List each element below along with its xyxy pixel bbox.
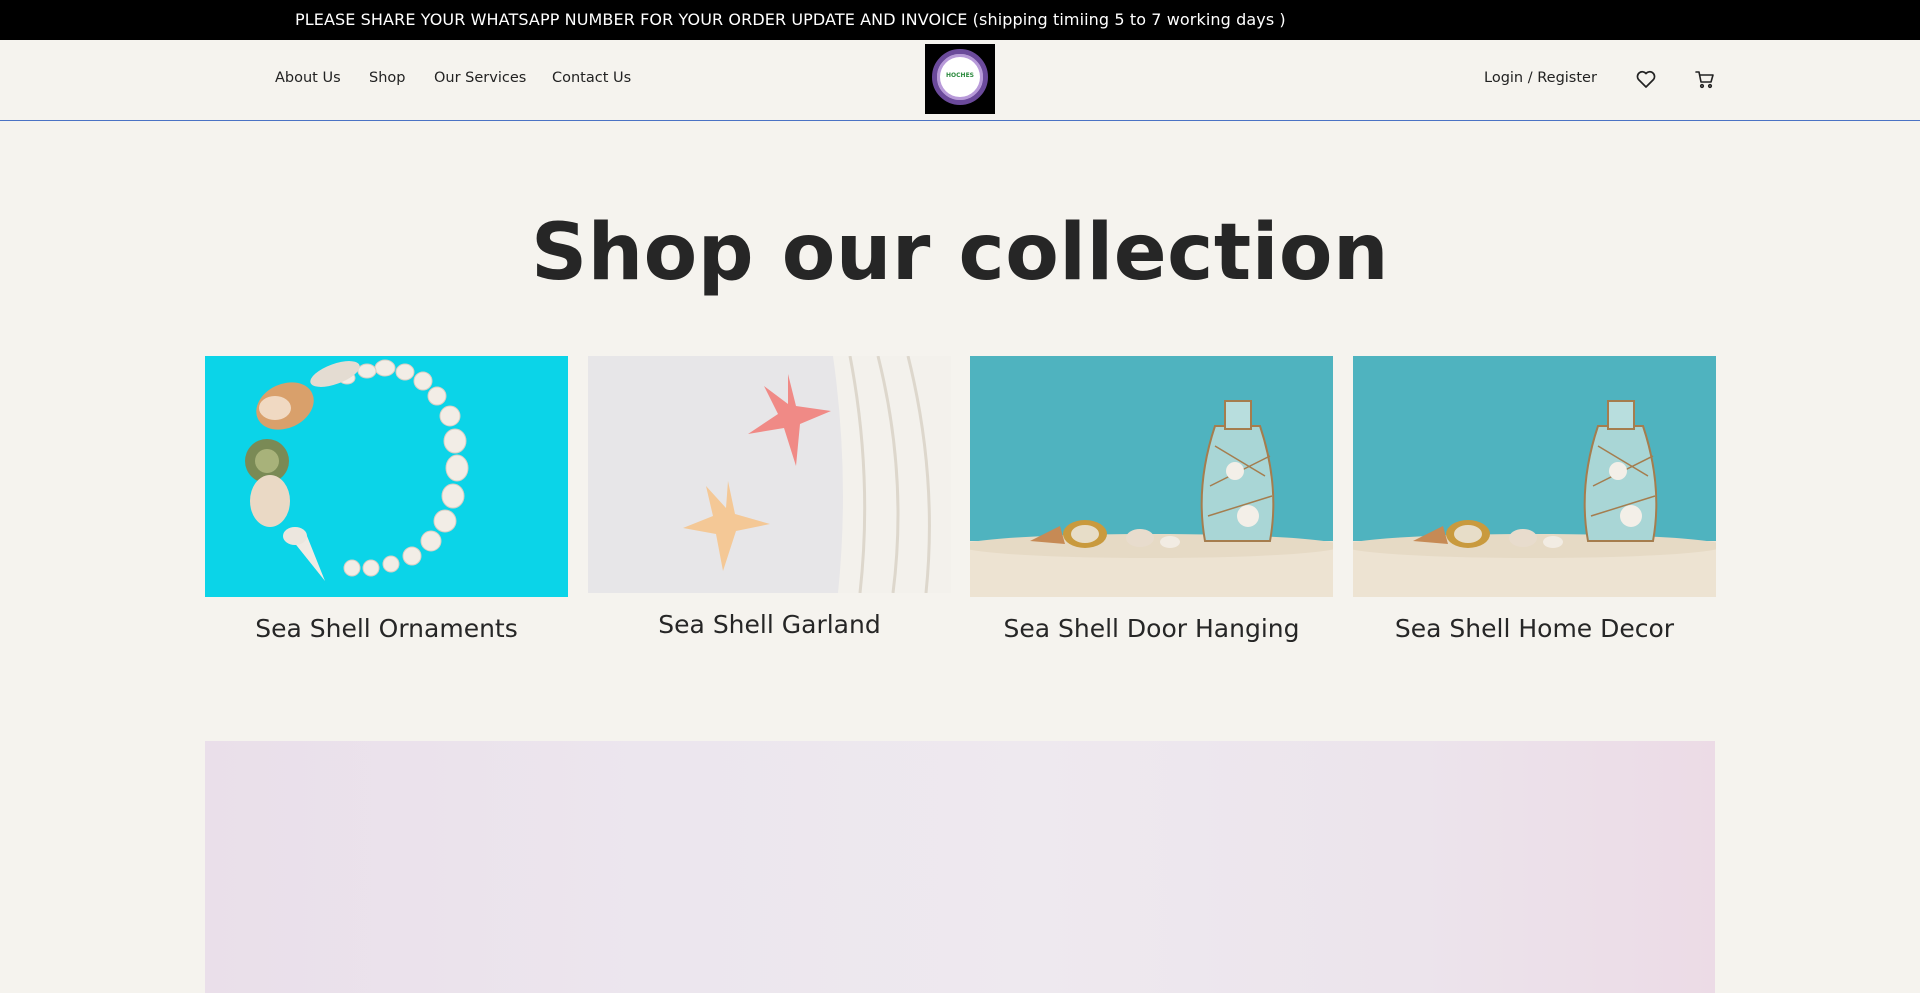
card-label-ornaments[interactable]: Sea Shell Ornaments <box>205 614 568 643</box>
collection-title: Shop our collection <box>530 208 1390 298</box>
cart-icon[interactable] <box>1693 67 1717 91</box>
nav-link-our-services[interactable]: Our Services <box>434 70 526 86</box>
collection-card-garland[interactable]: Sea Shell Garland <box>588 356 951 639</box>
site-logo[interactable]: HOCHES <box>925 44 995 114</box>
hero-banner <box>205 741 1715 993</box>
collection-card-home-decor[interactable]: Sea Shell Home Decor <box>1353 356 1716 643</box>
ornaments-image <box>205 356 568 597</box>
login-register-link[interactable]: Login / Register <box>1484 70 1597 86</box>
nav-link-shop[interactable]: Shop <box>369 70 405 86</box>
card-label-home-decor[interactable]: Sea Shell Home Decor <box>1353 614 1716 643</box>
garland-image <box>588 356 951 593</box>
announcement-text: PLEASE SHARE YOUR WHATSAPP NUMBER FOR YO… <box>295 10 1286 29</box>
heart-icon[interactable] <box>1634 67 1658 91</box>
collection-card-ornaments[interactable]: Sea Shell Ornaments <box>205 356 568 643</box>
announcement-bar: PLEASE SHARE YOUR WHATSAPP NUMBER FOR YO… <box>0 0 1920 40</box>
logo-emblem: HOCHES <box>932 49 988 105</box>
logo-text: HOCHES <box>946 72 974 79</box>
site-header: About Us Shop Our Services Contact Us HO… <box>0 40 1920 121</box>
card-label-door-hanging[interactable]: Sea Shell Door Hanging <box>970 614 1333 643</box>
card-label-garland[interactable]: Sea Shell Garland <box>588 610 951 639</box>
door-hanging-image <box>970 356 1333 597</box>
collection-card-door-hanging[interactable]: Sea Shell Door Hanging <box>970 356 1333 643</box>
nav-link-contact-us[interactable]: Contact Us <box>552 70 631 86</box>
home-decor-image <box>1353 356 1716 597</box>
nav-link-about-us[interactable]: About Us <box>275 70 341 86</box>
